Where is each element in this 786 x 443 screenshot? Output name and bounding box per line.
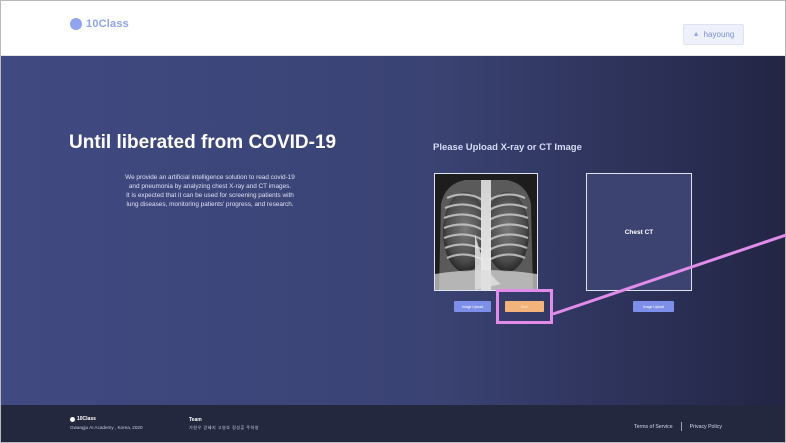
ct-image-upload-button[interactable]: Image Upload (633, 301, 674, 312)
ct-panel-label: Chest CT (624, 228, 654, 236)
hero-description-line: We provide an artificial intelligence so… (125, 174, 295, 181)
footer-team-title: Team (189, 417, 202, 423)
footer-brand-text: 10Class (77, 416, 96, 422)
logo-circle-icon (70, 18, 82, 30)
xray-image-upload-button[interactable]: Image Upload (454, 301, 491, 312)
footer: 10Class Gwangju AI Academy , Korea, 2020… (1, 405, 785, 442)
person-icon: ▲ (692, 31, 700, 38)
footer-brand: 10Class (70, 416, 96, 422)
hero-description-line: lung diseases, monitoring patients' prog… (126, 201, 294, 208)
hero-description-line: It is expected that it can be used for s… (126, 192, 294, 199)
footer-divider (680, 422, 682, 431)
privacy-policy-link[interactable]: Privacy Policy (690, 424, 722, 430)
start-button[interactable]: Start (505, 301, 544, 312)
footer-logo-circle-icon (70, 416, 75, 422)
ct-image-panel[interactable]: Chest CT (586, 173, 692, 291)
top-nav: 10Class ▲ hayoung (1, 1, 785, 56)
hero-description: We provide an artificial intelligence so… (76, 173, 344, 209)
page-frame: 10Class ▲ hayoung Until liberated from C… (0, 0, 786, 443)
user-menu-button[interactable]: ▲ hayoung (683, 24, 744, 45)
terms-of-service-link[interactable]: Terms of Service (634, 424, 673, 430)
xray-image-panel[interactable] (434, 173, 538, 291)
hero-description-line: and pneumonia by analyzing chest X-ray a… (128, 183, 292, 190)
logo[interactable]: 10Class (70, 18, 129, 30)
footer-links: Terms of Service Privacy Policy (634, 422, 722, 431)
footer-org: Gwangju AI Academy , Korea, 2020 (70, 425, 143, 430)
user-name: hayoung (703, 30, 735, 39)
chest-xray-image (435, 174, 537, 290)
upload-prompt: Please Upload X-ray or CT Image (433, 142, 582, 153)
footer-team-members: 가원우 강혜지 고영호 정성훈 주하영 (189, 425, 260, 430)
hero-title: Until liberated from COVID-19 (69, 132, 337, 153)
logo-text: 10Class (86, 18, 129, 30)
